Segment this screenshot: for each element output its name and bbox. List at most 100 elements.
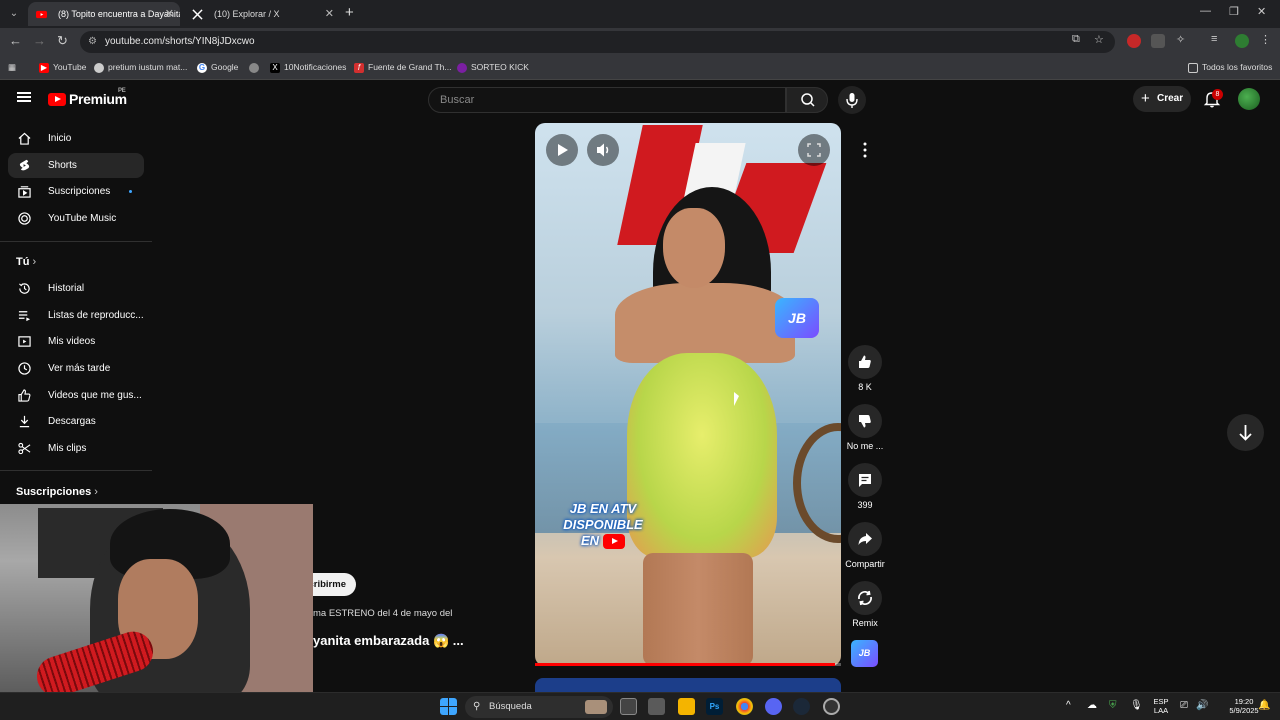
bookmark-globe[interactable] [249, 62, 263, 73]
task-view-icon[interactable] [620, 698, 637, 715]
video-overlay-text: JB EN ATV DISPONIBLE EN [563, 501, 643, 550]
globe-icon [249, 62, 259, 73]
volume-button[interactable] [587, 134, 619, 166]
security-shield-icon[interactable]: ⛨ [1109, 701, 1117, 711]
speaker-icon[interactable]: 🔊 [1196, 701, 1208, 711]
search-highlight-icon [585, 700, 607, 714]
menu-hamburger-icon[interactable] [17, 92, 31, 102]
shorts-icon [19, 159, 30, 171]
address-bar[interactable]: ⚙ youtube.com/shorts/YIN8jJDxcwo [80, 31, 1115, 53]
file-explorer-icon[interactable] [678, 698, 695, 715]
sidebar-item-descargas[interactable]: Descargas [8, 409, 144, 434]
create-button[interactable]: Crear [1133, 86, 1191, 112]
channel-thumbnail[interactable]: JB [851, 640, 878, 667]
reload-icon[interactable]: ↻ [57, 33, 68, 49]
tab-x[interactable]: (10) Explorar / X ✕ [184, 2, 340, 26]
chevron-right-icon: › [32, 256, 37, 268]
sidebar-divider [0, 241, 152, 242]
language-indicator[interactable]: ESP LAA [1150, 697, 1172, 715]
minimize-icon[interactable]: — [1200, 5, 1211, 17]
discord-icon[interactable] [765, 698, 782, 715]
like-button[interactable] [848, 345, 882, 379]
next-short-preview[interactable] [535, 678, 841, 692]
sidebar-item-mis-videos[interactable]: Mis videos [8, 329, 144, 354]
more-options-button[interactable] [848, 133, 882, 167]
chrome-icon[interactable] [736, 698, 753, 715]
short-title[interactable]: yanita embarazada 😱 ... [313, 633, 464, 649]
app-circle-icon[interactable] [823, 698, 840, 715]
short-video-player[interactable]: JB JB EN ATV DISPONIBLE EN [535, 123, 841, 666]
back-icon[interactable]: ← [9, 33, 22, 48]
notifications-center-icon[interactable]: 🔔 [1258, 701, 1270, 711]
sidebar-item-suscripciones[interactable]: Suscripciones [8, 179, 144, 204]
mic-tray-icon[interactable]: 🎙 [1130, 701, 1143, 711]
voice-search-button[interactable] [838, 86, 866, 114]
share-button[interactable] [848, 522, 882, 556]
fullscreen-icon [807, 143, 821, 157]
channel-watermark: JB [775, 298, 819, 338]
sidebar-item-ver-mas-tarde[interactable]: Ver más tarde [8, 356, 144, 381]
search-button[interactable] [786, 87, 828, 113]
sidebar-item-listas[interactable]: Listas de reproducc... [8, 303, 144, 328]
app-icon[interactable] [648, 698, 665, 715]
sidebar-you-heading[interactable]: Tú › [16, 256, 36, 268]
restore-icon[interactable]: ❐ [1229, 5, 1239, 18]
bookmark-notificaciones[interactable]: X 10Notificaciones [270, 62, 346, 73]
video-scene [643, 553, 753, 666]
remix-icon [858, 590, 872, 606]
bookmark-pretium[interactable]: pretium iustum mat... [94, 62, 187, 73]
sidebar-item-mis-clips[interactable]: Mis clips [8, 436, 144, 461]
close-window-icon[interactable]: ✕ [1257, 5, 1266, 18]
chrome-menu-icon[interactable]: ⋮ [1260, 33, 1271, 46]
cast-icon[interactable]: ⧉ [1072, 33, 1080, 46]
video-progress-bar[interactable] [535, 663, 841, 666]
sidebar-item-youtube-music[interactable]: YouTube Music [8, 206, 144, 231]
fullscreen-button[interactable] [798, 134, 830, 166]
tray-overflow-icon[interactable]: ^ [1066, 701, 1071, 711]
share-label: Compartir [845, 559, 885, 569]
video-icon [18, 336, 31, 347]
region-code: PE [118, 88, 126, 94]
taskbar-search[interactable]: ⚲ Búsqueda [465, 696, 613, 718]
bookmarks-bar: ▦ ▶ YouTube pretium iustum mat... G Google… [0, 56, 1280, 80]
profile-avatar-icon[interactable] [1235, 34, 1249, 48]
steam-icon[interactable] [793, 698, 810, 715]
search-input[interactable]: Buscar [428, 87, 786, 113]
remix-button[interactable] [848, 581, 882, 615]
bookmark-google[interactable]: G Google [197, 62, 238, 73]
site-info-icon[interactable]: ⚙ [88, 31, 97, 53]
bookmark-fuente[interactable]: f Fuente de Grand Th... [354, 62, 451, 73]
account-avatar[interactable] [1238, 88, 1260, 110]
tab-search-button[interactable]: ⌄ [4, 4, 24, 24]
youtube-premium-logo[interactable]: Premium PE [48, 88, 127, 107]
bookmark-sorteo-kick[interactable]: SORTEO KICK [457, 62, 529, 73]
short-description[interactable]: ma ESTRENO del 4 de mayo del [313, 608, 452, 619]
next-short-button[interactable] [1227, 414, 1264, 451]
bookmark-star-icon[interactable]: ☆ [1094, 33, 1104, 46]
sidebar-item-shorts[interactable]: Shorts [8, 153, 144, 178]
tab-youtube[interactable]: (8) Topito encuentra a Dayanita ✕ [28, 2, 180, 26]
extensions-puzzle-icon[interactable]: ✧ [1176, 33, 1185, 46]
photoshop-icon[interactable]: Ps [706, 698, 723, 715]
sidebar-item-videos-que-me-gustan[interactable]: Videos que me gus... [8, 383, 144, 408]
scissors-icon [18, 442, 31, 455]
reading-list-icon[interactable]: ≡ [1211, 33, 1217, 45]
windows-start-icon[interactable] [440, 698, 457, 715]
apps-grid-icon[interactable]: ▦ [8, 62, 16, 73]
play-button[interactable] [546, 134, 578, 166]
tab-close-icon[interactable]: ✕ [165, 2, 174, 26]
dislike-button[interactable] [848, 404, 882, 438]
all-bookmarks[interactable]: Todos los favoritos [1188, 62, 1272, 73]
cloud-icon[interactable]: ☁ [1087, 701, 1097, 711]
sidebar-subscriptions-heading[interactable]: Suscripciones › [16, 486, 98, 498]
tab-close-icon[interactable]: ✕ [325, 2, 334, 26]
comments-button[interactable] [848, 463, 882, 497]
new-tab-button[interactable]: + [345, 4, 354, 21]
bookmark-youtube[interactable]: ▶ YouTube [39, 62, 86, 73]
forward-icon[interactable]: → [33, 33, 46, 48]
sidebar-item-historial[interactable]: Historial [8, 276, 144, 301]
sidebar-item-inicio[interactable]: Inicio [8, 126, 144, 151]
extension-red-icon[interactable] [1127, 34, 1141, 48]
network-icon[interactable]: ⎚ [1180, 701, 1188, 711]
extension-gray-icon[interactable] [1151, 34, 1165, 48]
